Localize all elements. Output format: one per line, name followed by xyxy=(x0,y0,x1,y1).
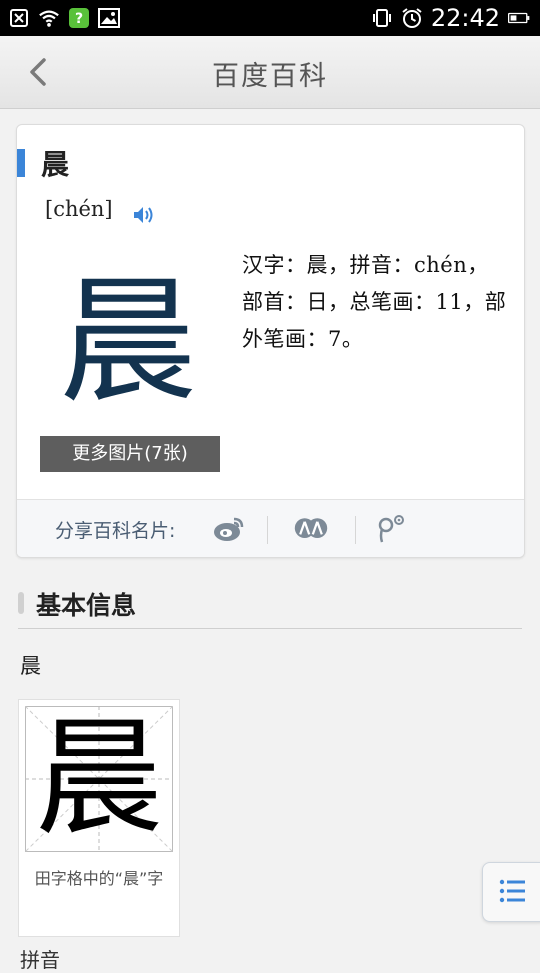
basic-info-character: 晨 xyxy=(20,654,41,678)
entry-word: 晨 xyxy=(41,148,70,181)
next-section-peek: 拼音 xyxy=(20,948,60,972)
section-divider xyxy=(18,628,522,629)
wifi-icon xyxy=(38,7,60,29)
status-bar: ? 22:42 xyxy=(0,0,540,36)
tianzige-image-card[interactable]: 晨 田字格中的“晨”字 xyxy=(18,699,180,937)
section-title: 基本信息 xyxy=(36,591,137,620)
weibo-icon[interactable] xyxy=(211,512,247,546)
share-divider xyxy=(355,516,356,544)
list-icon xyxy=(499,879,525,903)
status-time: 22:42 xyxy=(430,4,500,32)
more-images-button[interactable]: 更多图片(7张) xyxy=(40,436,220,472)
navbar: 百度百科 xyxy=(0,36,540,109)
tianzige-character: 晨 xyxy=(34,704,163,853)
speaker-icon[interactable] xyxy=(131,203,157,231)
status-left-icons: ? xyxy=(8,7,120,29)
app-notification-icon: ? xyxy=(68,7,90,29)
share-divider xyxy=(267,516,268,544)
character-image[interactable]: 晨 xyxy=(53,267,203,417)
section-accent-bar xyxy=(18,592,24,614)
pinyin-text: [chén] xyxy=(45,197,113,221)
title-accent-bar xyxy=(17,149,25,177)
close-box-icon xyxy=(8,7,30,29)
share-bar: 分享百科名片: xyxy=(17,499,524,557)
battery-icon xyxy=(508,7,530,29)
image-icon xyxy=(98,7,120,29)
vibrate-icon xyxy=(371,7,393,29)
entry-description: 汉字：晨，拼音：chén，部首：日，总笔画：11，部外笔画：7。 xyxy=(242,253,507,351)
renren-icon[interactable] xyxy=(293,512,329,546)
tencent-weibo-icon[interactable] xyxy=(373,512,409,546)
table-of-contents-button[interactable] xyxy=(482,862,540,922)
page-title: 百度百科 xyxy=(212,61,328,92)
share-label: 分享百科名片: xyxy=(55,520,176,542)
encyclopedia-card: 晨 [chén] 晨 更多图片(7张) 汉字：晨，拼音：chén，部首：日，总笔… xyxy=(16,124,525,558)
svg-text:?: ? xyxy=(75,11,83,27)
status-right-icons: 22:42 xyxy=(371,5,530,31)
alarm-icon xyxy=(401,7,423,29)
image-caption: 田字格中的“晨”字 xyxy=(34,869,164,888)
